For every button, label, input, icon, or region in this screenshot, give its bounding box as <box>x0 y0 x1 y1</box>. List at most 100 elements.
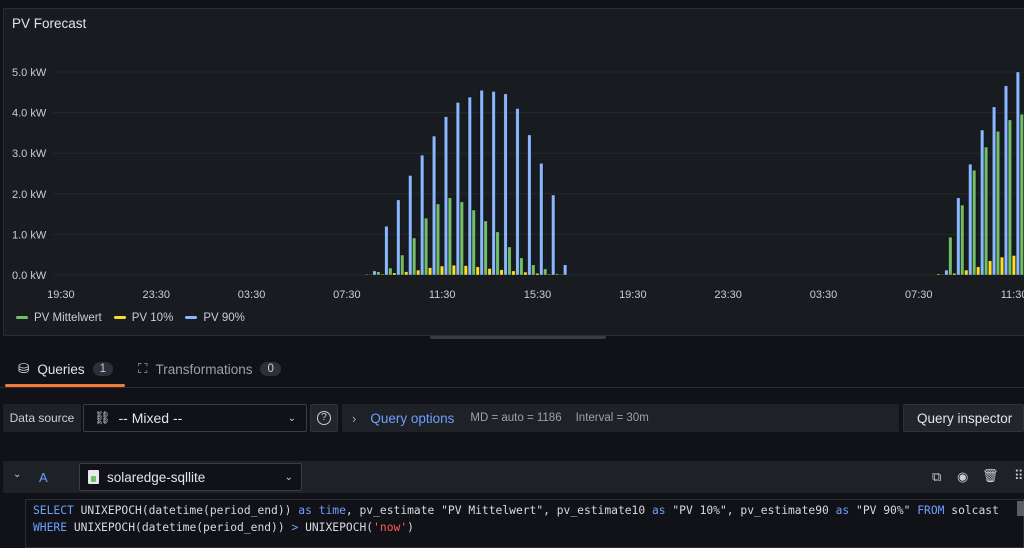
bar-pv-90- <box>1015 71 1020 276</box>
sql-token: as <box>835 504 850 517</box>
tab-transformations[interactable]: ⛶ Transformations 0 <box>138 361 281 377</box>
bar-pv-mittelwert <box>364 273 369 276</box>
bar-pv-90- <box>980 129 985 276</box>
query-row-header: ⌄ A solaredge-sqllite ⌄ ⧉ ◉ 🗑 ⠿ <box>3 461 1024 493</box>
tab-count: 0 <box>260 362 281 376</box>
bar-pv-90- <box>479 89 484 276</box>
duplicate-icon[interactable]: ⧉ <box>932 469 941 485</box>
legend-swatch <box>113 316 126 320</box>
y-tick-label: 0.0 kW <box>12 270 47 282</box>
editor-scrollbar[interactable] <box>1017 501 1024 516</box>
bar-pv-mittelwert <box>531 264 536 276</box>
legend-item[interactable]: PV 10% <box>113 312 174 324</box>
bar-pv-10- <box>559 274 564 276</box>
bar-pv-90- <box>992 106 997 276</box>
drag-handle-icon[interactable]: ⠿ <box>1014 468 1024 484</box>
y-tick-label: 4.0 kW <box>12 108 47 120</box>
trash-icon[interactable]: 🗑 <box>982 468 999 484</box>
x-tick-label: 19:30 <box>47 289 75 301</box>
tab-label: Transformations <box>155 361 253 377</box>
active-tab-indicator <box>5 384 125 387</box>
bar-pv-mittelwert <box>555 273 560 276</box>
bar-pv-mittelwert <box>400 254 405 276</box>
bar-pv-10- <box>964 269 969 276</box>
help-button[interactable]: ? <box>310 404 338 432</box>
legend-label: PV 10% <box>131 312 174 324</box>
x-tick-label: 11:30 <box>1001 289 1024 301</box>
bar-pv-10- <box>1011 255 1016 276</box>
bar-pv-10- <box>547 273 552 276</box>
datasource-select[interactable]: ⛓ -- Mixed -- ⌄ <box>83 404 307 432</box>
sql-token: WHERE <box>33 521 68 534</box>
chart-legend: PV Mittelwert PV 10% PV 90% <box>16 312 245 324</box>
bar-pv-mittelwert <box>1019 113 1024 276</box>
bar-pv-mittelwert <box>376 271 381 276</box>
datasource-value: -- Mixed -- <box>118 410 183 426</box>
sql-token: as <box>298 504 312 517</box>
legend-item[interactable]: PV Mittelwert <box>16 312 102 324</box>
bar-chart: 0.0 kW 1.0 kW 2.0 kW 3.0 kW 4.0 kW 5.0 kW 19:3… <box>12 67 1024 301</box>
bar-pv-10- <box>952 273 957 276</box>
bar-pv-10- <box>439 265 444 276</box>
help-icon: ? <box>317 411 331 425</box>
bar-pv-mittelwert <box>960 204 965 276</box>
bar-pv-mittelwert <box>507 246 512 276</box>
bar-pv-90- <box>408 175 413 276</box>
editor-tabs: ⛁ Queries 1 ⛶ Transformations 0 <box>0 358 1024 388</box>
bar-pv-10- <box>404 271 409 276</box>
tab-queries[interactable]: ⛁ Queries 1 <box>18 361 113 377</box>
bar-pv-90- <box>551 194 556 276</box>
bar-pv-90- <box>455 102 460 276</box>
bar-pv-10- <box>976 266 981 276</box>
database-icon: ⛁ <box>18 361 30 376</box>
bar-pv-mittelwert <box>495 231 500 276</box>
bar-pv-10- <box>988 260 993 276</box>
bar-pv-90- <box>503 93 508 276</box>
tab-label: Queries <box>37 361 85 377</box>
sql-editor[interactable]: SELECT UNIXEPOCH(datetime(period_end)) a… <box>25 499 1024 548</box>
y-tick-label: 5.0 kW <box>12 67 47 79</box>
bar-pv-mittelwert <box>424 217 429 276</box>
x-tick-label: 15:30 <box>524 289 552 301</box>
bar-pv-10- <box>511 270 516 276</box>
bar-pv-mittelwert <box>447 197 452 276</box>
sql-line-1: SELECT UNIXEPOCH(datetime(period_end)) a… <box>33 502 1016 519</box>
query-inspector-button[interactable]: Query inspector <box>903 404 1024 432</box>
bar-pv-90- <box>384 225 389 276</box>
legend-label: PV 90% <box>203 312 245 324</box>
bar-pv-90- <box>443 116 448 276</box>
legend-item[interactable]: PV 90% <box>185 312 245 324</box>
bar-pv-10- <box>487 268 492 276</box>
sql-token: 'now' <box>373 521 408 534</box>
tab-count: 1 <box>92 362 113 376</box>
bar-pv-90- <box>944 269 949 276</box>
bar-pv-10- <box>940 274 945 276</box>
query-options-bar[interactable]: › Query options MD = auto = 1186 Interva… <box>342 404 899 432</box>
bar-pv-10- <box>523 271 528 276</box>
query-datasource-value: solaredge-sqllite <box>107 469 206 485</box>
bar-pv-10- <box>475 266 480 276</box>
query-ref-id[interactable]: A <box>39 470 48 485</box>
y-tick-label: 1.0 kW <box>12 229 47 241</box>
eye-icon[interactable]: ◉ <box>957 469 968 485</box>
chevron-down-icon: ⌄ <box>287 412 296 424</box>
query-options-toggle[interactable]: Query options <box>370 411 454 426</box>
bar-pv-mittelwert <box>459 201 464 276</box>
transform-icon: ⛶ <box>138 361 148 376</box>
x-tick-label: 11:30 <box>429 289 456 301</box>
bar-pv-90- <box>539 163 544 276</box>
sql-token: UNIXEPOCH(datetime(period_end)) <box>73 504 299 517</box>
collapse-chevron-icon[interactable]: ⌄ <box>13 469 21 480</box>
x-tick-label: 03:30 <box>810 289 838 301</box>
bar-pv-mittelwert <box>483 220 488 276</box>
sql-token: FROM <box>917 504 945 517</box>
query-datasource-select[interactable]: solaredge-sqllite ⌄ <box>79 463 302 491</box>
bar-pv-mittelwert <box>948 236 953 276</box>
legend-swatch <box>16 316 28 320</box>
resize-handle[interactable] <box>430 336 606 339</box>
pv-forecast-panel: PV Forecast 0.0 kW 1.0 kW 2.0 kW 3.0 kW 4.0 … <box>3 8 1024 336</box>
interval: Interval = 30m <box>575 412 649 424</box>
x-tick-label: 23:30 <box>142 289 170 301</box>
bar-pv-10- <box>451 264 456 276</box>
